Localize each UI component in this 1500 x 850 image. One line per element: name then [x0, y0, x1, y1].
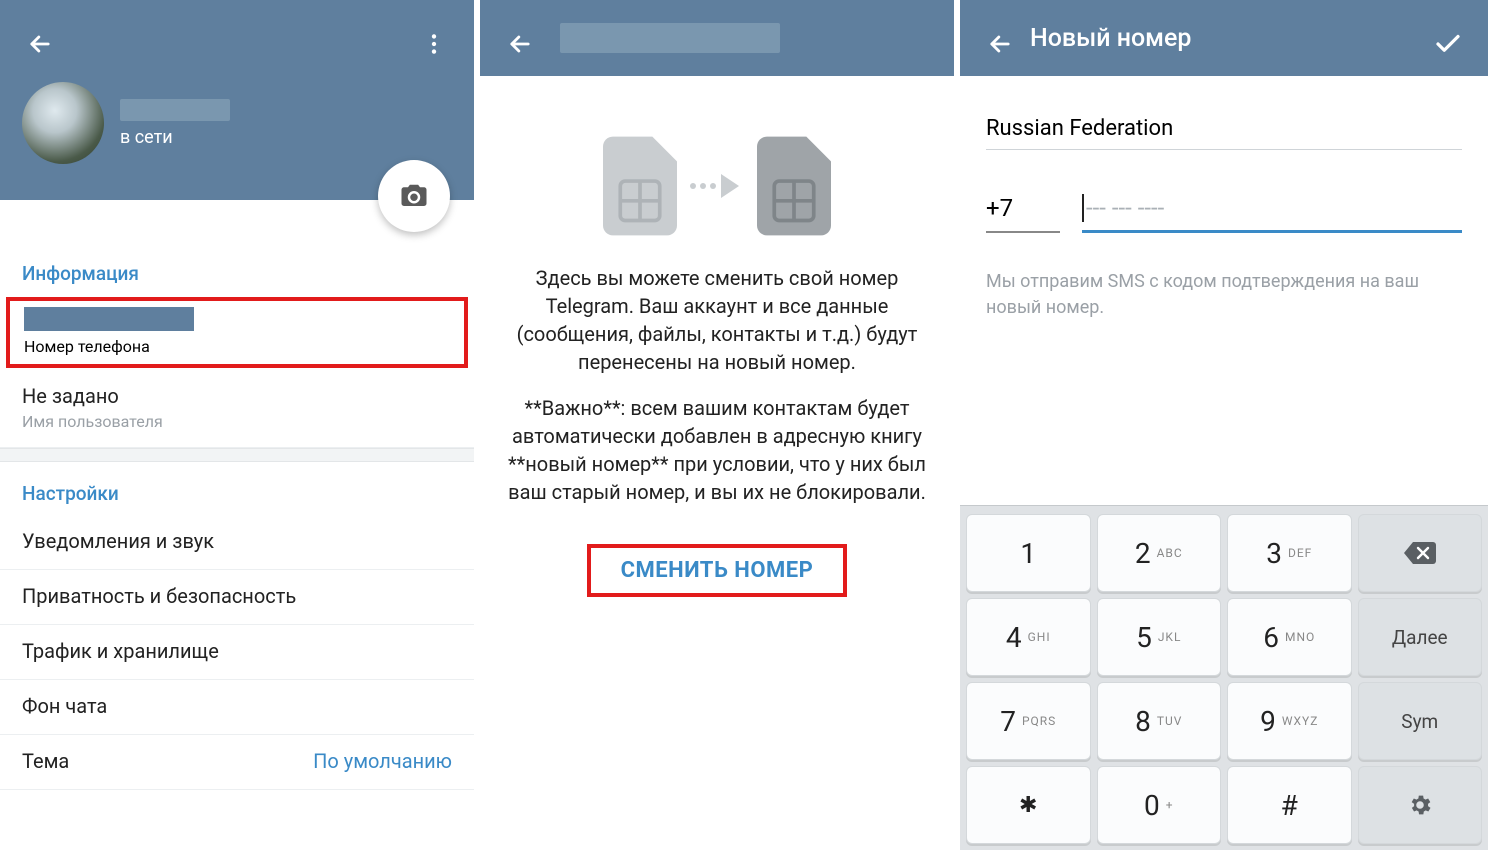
- username-row[interactable]: Не задано Имя пользователя: [0, 370, 474, 448]
- phone-number-input[interactable]: --- --- ----: [1082, 194, 1462, 233]
- key-4[interactable]: 4GHI: [966, 598, 1091, 676]
- profile-name-redacted: [120, 99, 230, 121]
- username-value: Не задано: [22, 384, 452, 408]
- settings-profile-screen: в сети Информация Номер телефона Не зада…: [0, 0, 480, 850]
- theme-value: По умолчанию: [313, 749, 452, 773]
- key-6[interactable]: 6MNO: [1227, 598, 1352, 676]
- key-star[interactable]: ✱: [966, 766, 1091, 844]
- country-selector[interactable]: Russian Federation: [986, 116, 1462, 150]
- back-icon[interactable]: [976, 20, 1024, 68]
- change-number-highlight: СМЕНИТЬ НОМЕР: [587, 544, 847, 597]
- notifications-label: Уведомления и звук: [22, 529, 452, 553]
- key-sym[interactable]: Sym: [1358, 682, 1483, 760]
- title-redacted: [560, 23, 780, 53]
- privacy-label: Приватность и безопасность: [22, 584, 452, 608]
- numeric-keypad: 1 2ABC 3DEF 4GHI 5JKL 6MNO Далее 7PQRS 8…: [960, 505, 1488, 850]
- key-8[interactable]: 8TUV: [1097, 682, 1222, 760]
- key-1[interactable]: 1: [966, 514, 1091, 592]
- avatar[interactable]: [22, 82, 104, 164]
- theme-label: Тема: [22, 749, 69, 773]
- phone-row[interactable]: Номер телефона: [24, 307, 450, 356]
- change-number-button[interactable]: СМЕНИТЬ НОМЕР: [621, 558, 814, 583]
- confirm-icon[interactable]: [1424, 20, 1472, 68]
- change-number-info-screen: Здесь вы можете сменить свой номер Teleg…: [480, 0, 960, 850]
- sim-old-icon: [603, 136, 677, 236]
- phone-placeholder: --- --- ----: [1082, 194, 1164, 222]
- online-status: в сети: [120, 127, 230, 148]
- profile-header: в сети: [0, 0, 474, 200]
- key-7[interactable]: 7PQRS: [966, 682, 1091, 760]
- background-label: Фон чата: [22, 694, 452, 718]
- data-row[interactable]: Трафик и хранилище: [0, 625, 474, 680]
- key-hash[interactable]: #: [1227, 766, 1352, 844]
- header: Новый номер: [960, 0, 1488, 76]
- overflow-menu-icon[interactable]: [410, 20, 458, 68]
- key-settings[interactable]: [1358, 766, 1483, 844]
- key-5[interactable]: 5JKL: [1097, 598, 1222, 676]
- privacy-row[interactable]: Приватность и безопасность: [0, 570, 474, 625]
- key-0[interactable]: 0+: [1097, 766, 1222, 844]
- username-label: Имя пользователя: [22, 412, 452, 431]
- sms-hint: Мы отправим SMS с кодом подтверждения на…: [986, 269, 1462, 321]
- arrow-right-icon: [687, 166, 747, 206]
- settings-section-label: Настройки: [0, 462, 474, 515]
- phone-value-redacted: [24, 307, 194, 331]
- key-backspace[interactable]: [1358, 514, 1483, 592]
- background-row[interactable]: Фон чата: [0, 680, 474, 735]
- key-next[interactable]: Далее: [1358, 598, 1483, 676]
- sim-transfer-illustration: [480, 136, 954, 236]
- key-2[interactable]: 2ABC: [1097, 514, 1222, 592]
- info-section-label: Информация: [0, 242, 474, 295]
- sim-new-icon: [757, 136, 831, 236]
- page-title: Новый номер: [1030, 24, 1191, 53]
- notifications-row[interactable]: Уведомления и звук: [0, 515, 474, 570]
- country-code-input[interactable]: +7: [986, 194, 1060, 233]
- phone-label: Номер телефона: [24, 337, 450, 356]
- back-icon[interactable]: [16, 20, 64, 68]
- camera-button[interactable]: [378, 160, 450, 232]
- back-icon[interactable]: [496, 20, 544, 68]
- explanation-text: Здесь вы можете сменить свой номер Teleg…: [480, 236, 954, 506]
- key-9[interactable]: 9WXYZ: [1227, 682, 1352, 760]
- theme-row[interactable]: Тема По умолчанию: [0, 735, 474, 790]
- key-3[interactable]: 3DEF: [1227, 514, 1352, 592]
- paragraph-2: **Важно**: всем вашим контактам будет ав…: [498, 394, 936, 506]
- data-label: Трафик и хранилище: [22, 639, 452, 663]
- section-divider: [0, 448, 474, 462]
- header: [480, 0, 954, 76]
- new-number-screen: Новый номер Russian Federation +7 --- --…: [960, 0, 1488, 850]
- paragraph-1: Здесь вы можете сменить свой номер Teleg…: [498, 264, 936, 376]
- phone-row-highlight: Номер телефона: [6, 297, 468, 368]
